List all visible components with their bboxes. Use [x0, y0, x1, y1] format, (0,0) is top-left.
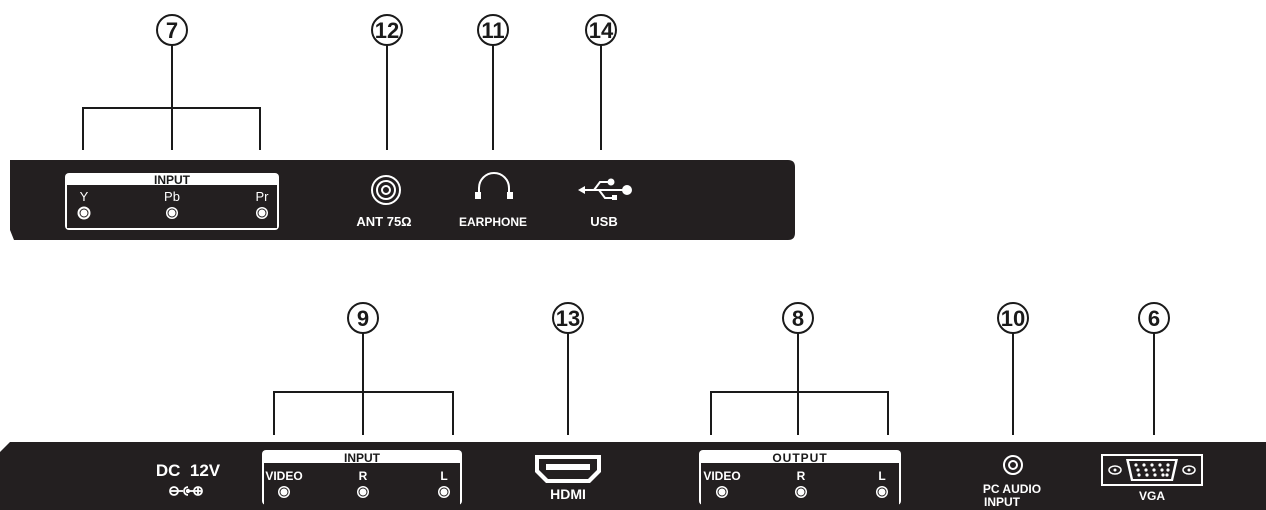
callout-7: 7: [156, 14, 188, 46]
av-input-r-label: R: [359, 469, 368, 483]
svg-text:13: 13: [556, 306, 580, 331]
callout-6: 6: [1138, 302, 1170, 435]
callout-8: 8: [782, 302, 814, 334]
component-input-title: INPUT: [154, 173, 191, 187]
av-input-title: INPUT: [344, 451, 381, 465]
bracket-9: [273, 333, 454, 435]
svg-text:11: 11: [481, 18, 504, 43]
hdmi-port-icon: [535, 455, 601, 483]
av-input-group: INPUT VIDEO R L: [262, 450, 462, 507]
earphone-label: EARPHONE: [459, 215, 527, 229]
svg-text:14: 14: [589, 18, 614, 43]
av-output-l-label: L: [878, 469, 885, 483]
av-input-video-label: VIDEO: [265, 469, 302, 483]
svg-text:10: 10: [1001, 306, 1025, 331]
vga-label: VGA: [1139, 489, 1165, 503]
callout-9: 9: [347, 302, 379, 334]
av-output-r-label: R: [797, 469, 806, 483]
usb-label: USB: [590, 214, 617, 229]
jack-label-pr: Pr: [256, 189, 270, 204]
bracket-7: [82, 45, 261, 150]
av-output-video-label: VIDEO: [703, 469, 740, 483]
jack-label-y: Y: [80, 189, 89, 204]
component-input-group: INPUT Y Pb Pr: [65, 173, 279, 230]
av-output-title: OUTPUT: [772, 451, 827, 465]
av-output-group: OUTPUT VIDEO R L: [699, 450, 901, 507]
callout-10: 10: [997, 302, 1029, 435]
connector-panel-diagram: 7 INPUT Y Pb Pr 12 ANT 75Ω 11 EARPHONE 1…: [0, 14, 1266, 510]
svg-text:7: 7: [166, 18, 178, 43]
svg-text:9: 9: [357, 306, 369, 331]
hdmi-label: HDMI: [550, 486, 586, 502]
callout-12: 12: [371, 14, 403, 150]
svg-text:8: 8: [792, 306, 804, 331]
bracket-8: [710, 333, 889, 435]
av-input-l-label: L: [440, 469, 447, 483]
callout-13: 13: [552, 302, 584, 435]
pc-audio-label: PC AUDIO: [983, 482, 1041, 496]
jack-label-pb: Pb: [164, 189, 180, 204]
svg-text:6: 6: [1148, 306, 1160, 331]
dc-power-label: DC 12V: [156, 461, 221, 480]
callout-14: 14: [585, 14, 617, 150]
pc-audio-input-label: INPUT: [984, 495, 1021, 509]
callout-11: 11: [477, 14, 509, 150]
antenna-label: ANT 75Ω: [356, 214, 411, 229]
svg-text:12: 12: [375, 18, 399, 43]
